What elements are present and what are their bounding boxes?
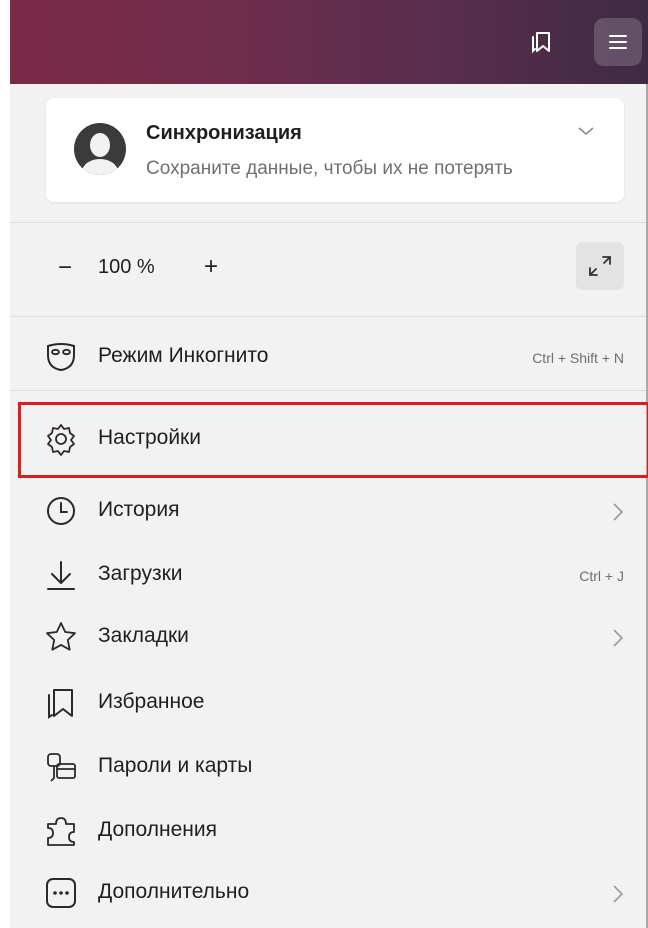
fullscreen-button[interactable] <box>576 242 624 290</box>
menu-item-label: Дополнительно <box>98 880 250 903</box>
menu-item-passwords[interactable]: Пароли и карты <box>10 736 646 800</box>
menu-item-label: Настройки <box>98 426 201 449</box>
chevron-down-icon[interactable] <box>576 124 596 138</box>
menu-item-label: Пароли и карты <box>98 754 253 777</box>
divider <box>10 390 646 391</box>
divider <box>10 316 646 317</box>
bookmarks-panel-button[interactable] <box>518 18 566 66</box>
more-icon <box>46 878 76 908</box>
menu-item-label: Избранное <box>98 690 205 713</box>
menu-item-settings[interactable]: Настройки <box>10 408 646 472</box>
menu-item-bookmarks[interactable]: Закладки <box>10 606 646 670</box>
divider <box>10 222 646 223</box>
menu-item-history[interactable]: История <box>10 480 646 544</box>
chevron-right-icon <box>613 503 624 521</box>
chevron-right-icon <box>613 885 624 903</box>
shortcut-label: Ctrl + Shift + N <box>532 350 624 366</box>
zoom-out-button[interactable]: − <box>58 254 72 282</box>
sync-subtitle: Сохраните данные, чтобы их не потерять <box>146 158 513 179</box>
shortcut-label: Ctrl + J <box>579 568 624 584</box>
collections-icon <box>48 689 73 719</box>
star-icon <box>46 622 76 651</box>
sync-card[interactable]: Синхронизация Сохраните данные, чтобы их… <box>46 98 624 202</box>
gear-icon <box>47 424 75 456</box>
window-left-edge <box>0 0 10 928</box>
menu-item-label: Закладки <box>98 624 189 647</box>
sync-title: Синхронизация <box>146 122 302 144</box>
user-avatar-icon <box>74 123 126 175</box>
incognito-mask-icon <box>47 343 75 372</box>
bookmarks-panel-icon <box>532 32 550 54</box>
menu-item-label: Загрузки <box>98 562 183 585</box>
menu-item-label: История <box>98 498 180 521</box>
menu-item-downloads[interactable]: Загрузки Ctrl + J <box>10 544 646 608</box>
key-card-icon <box>47 753 76 782</box>
menu-item-extensions[interactable]: Дополнения <box>10 800 646 864</box>
main-menu-button[interactable] <box>594 18 642 66</box>
puzzle-icon <box>47 817 75 846</box>
menu-item-more[interactable]: Дополнительно <box>10 862 646 926</box>
clock-icon <box>47 497 75 525</box>
fullscreen-expand-icon <box>589 256 611 276</box>
hamburger-menu-icon <box>609 35 627 49</box>
chevron-right-icon <box>613 629 624 647</box>
menu-item-label: Дополнения <box>98 818 217 841</box>
menu-item-favorites[interactable]: Избранное <box>10 672 646 736</box>
zoom-in-button[interactable]: + <box>204 253 218 281</box>
zoom-level: 100 % <box>98 256 155 278</box>
menu-item-label: Режим Инкогнито <box>98 344 269 367</box>
menu-item-incognito[interactable]: Режим Инкогнито Ctrl + Shift + N <box>10 326 646 390</box>
download-icon <box>47 561 75 590</box>
browser-topbar <box>10 0 648 84</box>
